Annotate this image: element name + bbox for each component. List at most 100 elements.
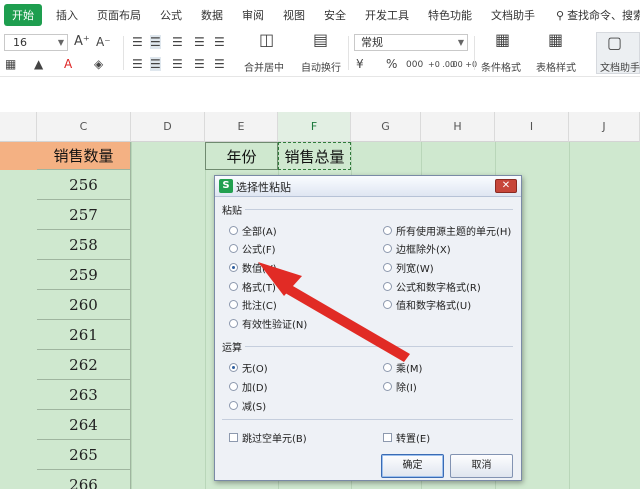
doc-assistant-panel[interactable]: ▢ 文档助手: [596, 32, 640, 74]
cell-f-header[interactable]: 销售总量: [278, 142, 351, 170]
table-cell[interactable]: 257: [37, 200, 131, 230]
number-format-select[interactable]: 常规 ▼: [354, 34, 468, 51]
cell-e-header[interactable]: 年份: [205, 142, 278, 170]
close-button[interactable]: ✕: [495, 179, 517, 193]
table-style-icon[interactable]: ▦: [548, 32, 563, 48]
tab-developer[interactable]: 开发工具: [365, 7, 409, 23]
option-label: 无(O): [242, 364, 268, 375]
option-label: 边框除外(X): [396, 245, 451, 256]
align-middle-icon[interactable]: ☰: [150, 35, 161, 49]
option-label: 乘(M): [396, 364, 423, 375]
fill-color-icon[interactable]: ▲: [34, 57, 43, 71]
column-header-b[interactable]: [0, 112, 37, 142]
cancel-button[interactable]: 取消: [450, 454, 513, 478]
increase-font-icon[interactable]: A⁺: [74, 35, 90, 49]
table-cell[interactable]: 258: [37, 230, 131, 260]
currency-icon[interactable]: ¥: [356, 57, 364, 71]
border-icon[interactable]: ▦: [5, 57, 16, 71]
merge-center-button[interactable]: 合并居中: [244, 59, 284, 74]
column-header-h[interactable]: H: [421, 112, 495, 142]
decrease-font-icon[interactable]: A⁻: [96, 35, 111, 49]
tab-security[interactable]: 安全: [324, 7, 346, 23]
document-icon: ▢: [607, 33, 623, 52]
column-header-g[interactable]: G: [351, 112, 421, 142]
tab-page-layout[interactable]: 页面布局: [97, 7, 141, 23]
radio-paste-source-theme[interactable]: 所有使用源主题的单元(H): [383, 223, 511, 238]
ok-button[interactable]: 确定: [381, 454, 444, 478]
radio-paste-values[interactable]: 数值(V): [229, 260, 277, 275]
table-cell[interactable]: 261: [37, 320, 131, 350]
radio-paste-all[interactable]: 全部(A): [229, 223, 277, 238]
align-top-icon[interactable]: ☰: [132, 35, 143, 49]
radio-op-add[interactable]: 加(D): [229, 379, 268, 394]
tab-data[interactable]: 数据: [201, 7, 223, 23]
tab-review[interactable]: 审阅: [242, 7, 264, 23]
font-size-select[interactable]: 16 ▼: [4, 34, 68, 51]
radio-paste-validation[interactable]: 有效性验证(N): [229, 316, 307, 331]
thousands-icon[interactable]: 000: [406, 58, 423, 72]
radio-op-multiply[interactable]: 乘(M): [383, 360, 422, 375]
chevron-down-icon: ▼: [457, 38, 464, 47]
table-cell[interactable]: 263: [37, 380, 131, 410]
column-header-f[interactable]: F: [278, 112, 351, 142]
radio-paste-formula[interactable]: 公式(F): [229, 241, 276, 256]
tab-doc-assistant[interactable]: 文档助手: [491, 7, 535, 23]
merge-center-icon[interactable]: ◫: [259, 32, 274, 48]
conditional-format-button[interactable]: 条件格式: [481, 59, 521, 74]
wrap-text-icon[interactable]: ▤: [313, 32, 328, 48]
table-cell[interactable]: 262: [37, 350, 131, 380]
table-cell[interactable]: 256: [37, 170, 131, 200]
outdent-icon[interactable]: ☰: [214, 35, 225, 49]
tab-features[interactable]: 特色功能: [428, 7, 472, 23]
radio-op-subtract[interactable]: 减(S): [229, 398, 266, 413]
font-size-value: 16: [13, 36, 27, 49]
align-right-icon[interactable]: ☰: [172, 57, 183, 71]
indent-icon[interactable]: ☰: [194, 35, 205, 49]
percent-icon[interactable]: %: [386, 57, 397, 71]
wrap-text-button[interactable]: 自动换行: [301, 59, 341, 74]
option-label: 转置(E): [396, 434, 431, 445]
table-cell[interactable]: 259: [37, 260, 131, 290]
cell-c-header[interactable]: 销售数量: [37, 142, 131, 170]
align-bottom-icon[interactable]: ☰: [172, 35, 183, 49]
paste-group-title: 粘贴: [222, 206, 242, 217]
radio-paste-no-borders[interactable]: 边框除外(X): [383, 241, 451, 256]
distribute-icon[interactable]: ☰: [214, 57, 225, 71]
align-center-icon[interactable]: ☰: [150, 57, 161, 71]
radio-paste-column-width[interactable]: 列宽(W): [383, 260, 434, 275]
command-search[interactable]: ⚲ 查找命令、搜索...: [556, 7, 640, 23]
cell-b-header[interactable]: [0, 142, 37, 170]
column-header-e[interactable]: E: [205, 112, 278, 142]
checkbox-skip-blanks[interactable]: 跳过空单元(B): [229, 430, 307, 445]
dialog-title-bar[interactable]: S 选择性粘贴 ✕: [215, 176, 521, 197]
table-style-button[interactable]: 表格样式: [536, 59, 576, 74]
column-header-d[interactable]: D: [131, 112, 205, 142]
radio-paste-comments[interactable]: 批注(C): [229, 297, 277, 312]
align-left-icon[interactable]: ☰: [132, 57, 143, 71]
table-cell[interactable]: 265: [37, 440, 131, 470]
radio-op-none[interactable]: 无(O): [229, 360, 268, 375]
font-color-icon[interactable]: A: [64, 57, 72, 71]
radio-paste-values-number-format[interactable]: 值和数字格式(U): [383, 297, 471, 312]
table-cell[interactable]: 266: [37, 470, 131, 489]
operation-group-title: 运算: [222, 343, 242, 354]
radio-paste-formats[interactable]: 格式(T): [229, 279, 276, 294]
clear-format-icon[interactable]: ◈: [94, 57, 103, 71]
checkbox-transpose[interactable]: 转置(E): [383, 430, 430, 445]
radio-paste-formula-number-format[interactable]: 公式和数字格式(R): [383, 279, 481, 294]
conditional-format-icon[interactable]: ▦: [495, 32, 510, 48]
tab-formula[interactable]: 公式: [160, 7, 182, 23]
formula-bar-area[interactable]: [0, 76, 640, 112]
justify-icon[interactable]: ☰: [194, 57, 205, 71]
radio-op-divide[interactable]: 除(I): [383, 379, 417, 394]
table-cell[interactable]: 264: [37, 410, 131, 440]
column-header-j[interactable]: J: [569, 112, 640, 142]
decrease-decimal-icon[interactable]: .00 +0: [450, 58, 477, 72]
radio-icon: [229, 401, 238, 410]
column-header-i[interactable]: I: [495, 112, 569, 142]
tab-insert[interactable]: 插入: [56, 7, 78, 23]
tab-start[interactable]: 开始: [4, 4, 42, 26]
table-cell[interactable]: 260: [37, 290, 131, 320]
column-header-c[interactable]: C: [37, 112, 131, 142]
tab-view[interactable]: 视图: [283, 7, 305, 23]
